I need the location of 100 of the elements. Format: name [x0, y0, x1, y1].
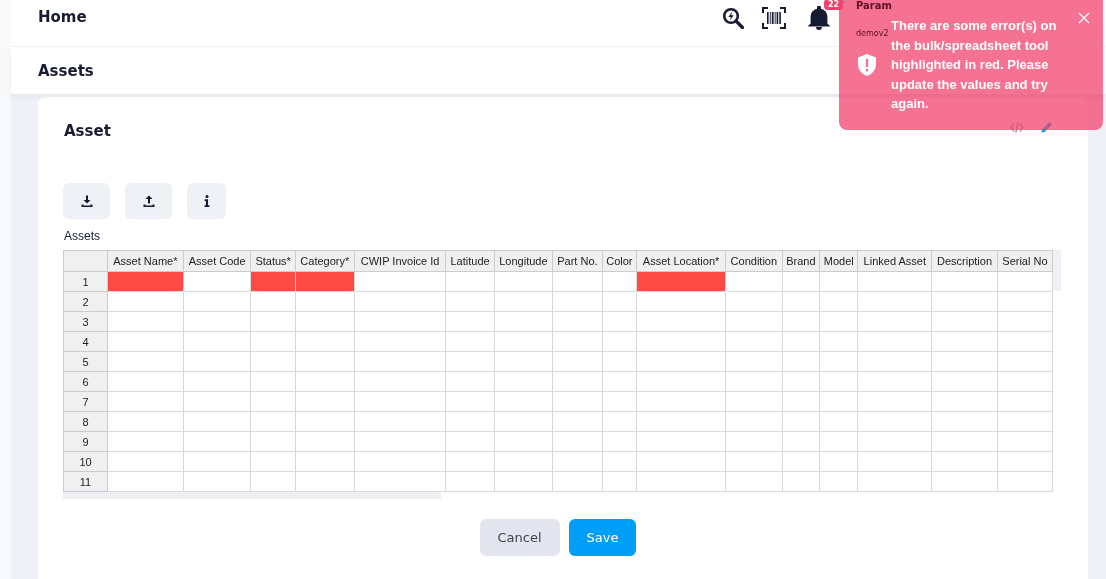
grid-cell[interactable] — [295, 371, 355, 392]
grid-cell[interactable] — [819, 371, 858, 392]
grid-cell[interactable] — [445, 291, 495, 312]
horizontal-scrollbar[interactable] — [63, 492, 441, 499]
upload-button[interactable] — [125, 183, 172, 219]
info-button[interactable] — [187, 183, 226, 219]
grid-cell[interactable] — [494, 371, 553, 392]
grid-cell[interactable] — [445, 271, 495, 292]
grid-cell[interactable] — [354, 351, 446, 372]
grid-cell[interactable] — [931, 451, 998, 472]
grid-cell[interactable] — [354, 431, 446, 452]
grid-cell[interactable] — [552, 331, 603, 352]
row-header[interactable]: 11 — [63, 471, 108, 492]
grid-cell[interactable] — [636, 431, 726, 452]
row-header[interactable]: 7 — [63, 391, 108, 412]
grid-cell[interactable] — [819, 431, 858, 452]
grid-cell[interactable] — [183, 271, 251, 292]
grid-cell[interactable] — [997, 271, 1053, 292]
grid-cell[interactable] — [997, 331, 1053, 352]
grid-cell[interactable] — [725, 291, 782, 312]
grid-cell[interactable] — [354, 371, 446, 392]
grid-cell[interactable] — [857, 311, 932, 332]
grid-cell[interactable] — [725, 471, 782, 492]
grid-cell[interactable] — [997, 391, 1053, 412]
row-header[interactable]: 10 — [63, 451, 108, 472]
grid-cell[interactable] — [725, 331, 782, 352]
grid-cell[interactable] — [552, 271, 603, 292]
grid-cell[interactable] — [997, 431, 1053, 452]
grid-cell[interactable] — [725, 431, 782, 452]
grid-cell[interactable] — [354, 471, 446, 492]
grid-cell[interactable] — [857, 391, 932, 412]
grid-cell[interactable] — [857, 451, 932, 472]
column-header[interactable]: CWIP Invoice Id — [354, 250, 446, 272]
grid-cell[interactable] — [782, 411, 820, 432]
grid-cell[interactable] — [782, 331, 820, 352]
grid-cell[interactable] — [725, 391, 782, 412]
column-header[interactable]: Linked Asset — [857, 250, 932, 272]
grid-cell[interactable] — [107, 411, 184, 432]
grid-cell[interactable] — [636, 331, 726, 352]
grid-cell[interactable] — [494, 351, 553, 372]
grid-cell[interactable] — [251, 471, 296, 492]
grid-cell[interactable] — [295, 291, 355, 312]
grid-cell[interactable] — [819, 411, 858, 432]
grid-cell[interactable] — [494, 311, 553, 332]
grid-cell[interactable] — [857, 431, 932, 452]
grid-cell[interactable] — [295, 471, 355, 492]
grid-cell[interactable] — [857, 331, 932, 352]
grid-cell[interactable] — [819, 271, 858, 292]
grid-cell[interactable] — [251, 371, 296, 392]
grid-cell[interactable] — [725, 371, 782, 392]
grid-cell[interactable] — [636, 351, 726, 372]
grid-cell[interactable] — [552, 311, 603, 332]
row-header[interactable]: 2 — [63, 291, 108, 312]
vertical-scrollbar[interactable] — [1053, 250, 1061, 291]
grid-cell[interactable] — [602, 391, 637, 412]
barcode-scanner-icon[interactable] — [762, 7, 786, 29]
grid-cell[interactable] — [602, 451, 637, 472]
grid-cell[interactable] — [857, 271, 932, 292]
corner-cell[interactable] — [63, 250, 108, 272]
grid-cell[interactable] — [782, 431, 820, 452]
grid-cell[interactable] — [445, 451, 495, 472]
grid-cell[interactable] — [107, 331, 184, 352]
grid-cell[interactable] — [636, 391, 726, 412]
grid-cell[interactable] — [354, 331, 446, 352]
grid-cell[interactable] — [494, 411, 553, 432]
grid-cell[interactable] — [183, 451, 251, 472]
grid-cell[interactable] — [782, 391, 820, 412]
row-header[interactable]: 8 — [63, 411, 108, 432]
grid-cell[interactable] — [931, 411, 998, 432]
column-header[interactable]: Part No. — [552, 250, 603, 272]
grid-cell[interactable] — [183, 351, 251, 372]
grid-cell[interactable] — [107, 451, 184, 472]
column-header[interactable]: Model — [819, 250, 858, 272]
grid-cell[interactable] — [354, 411, 446, 432]
grid-cell[interactable] — [636, 411, 726, 432]
grid-cell[interactable] — [636, 451, 726, 472]
grid-cell[interactable] — [931, 291, 998, 312]
grid-cell[interactable] — [251, 351, 296, 372]
grid-cell[interactable] — [183, 411, 251, 432]
grid-cell[interactable] — [183, 311, 251, 332]
grid-cell[interactable] — [251, 311, 296, 332]
grid-cell[interactable] — [782, 371, 820, 392]
grid-cell[interactable] — [552, 371, 603, 392]
grid-cell[interactable] — [636, 471, 726, 492]
grid-cell[interactable] — [997, 411, 1053, 432]
grid-cell[interactable] — [354, 391, 446, 412]
grid-cell[interactable] — [552, 291, 603, 312]
grid-cell[interactable] — [782, 271, 820, 292]
grid-cell[interactable] — [107, 351, 184, 372]
grid-cell[interactable] — [183, 371, 251, 392]
grid-cell[interactable] — [636, 371, 726, 392]
row-header[interactable]: 9 — [63, 431, 108, 452]
grid-cell[interactable] — [602, 331, 637, 352]
column-header[interactable]: Condition — [725, 250, 782, 272]
grid-cell[interactable] — [445, 431, 495, 452]
grid-cell[interactable] — [782, 291, 820, 312]
grid-cell[interactable] — [602, 471, 637, 492]
row-header[interactable]: 4 — [63, 331, 108, 352]
grid-cell[interactable] — [931, 371, 998, 392]
grid-cell[interactable] — [107, 311, 184, 332]
